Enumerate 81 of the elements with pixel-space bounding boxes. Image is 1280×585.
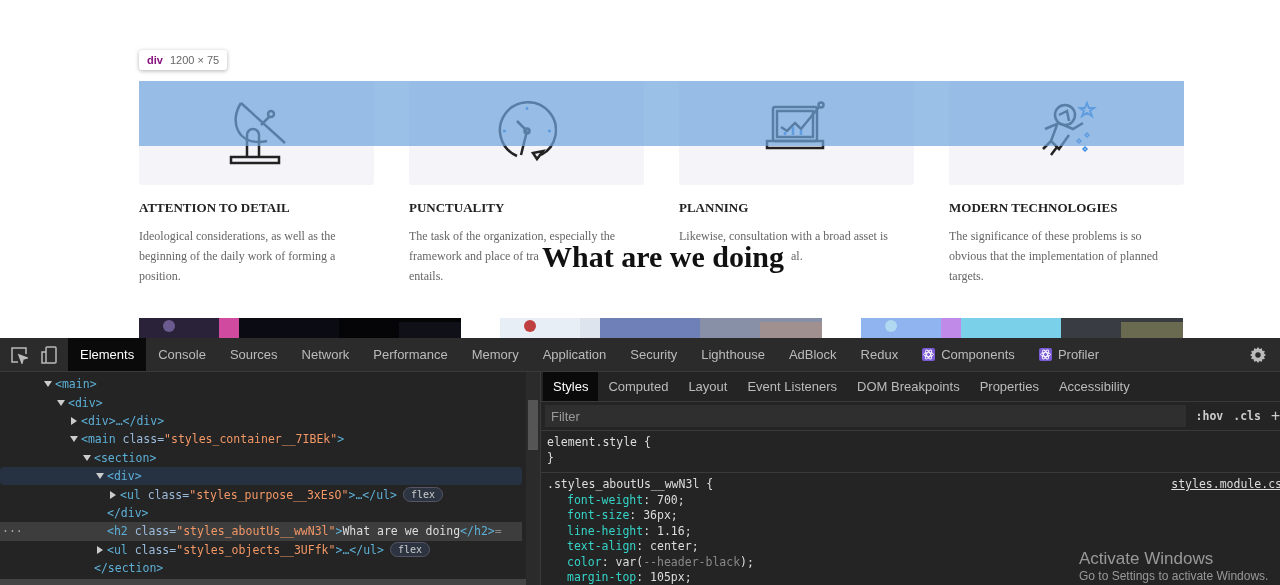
element-size-label: 1200 × 75 (169, 54, 220, 66)
dom-node[interactable]: <div> (107, 469, 142, 484)
description-line: entails. (409, 269, 444, 283)
class-toggle-button[interactable]: .cls (1233, 409, 1261, 423)
expanded-triangle-icon[interactable] (44, 380, 52, 389)
stylesheet-link[interactable]: styles.module.cs (1171, 477, 1280, 493)
feature-title: MODERN TECHNOLOGIES (949, 200, 1119, 216)
dom-node[interactable]: <ul class="styles_purpose__3xEsO">…</ul> (120, 487, 397, 502)
inspect-element-icon[interactable] (10, 345, 28, 364)
sidebar-tab[interactable]: DOM Breakpoints (847, 372, 970, 401)
panel-tab[interactable]: Components (910, 338, 1027, 371)
css-selector: .styles_aboutUs__wwN3l { (547, 477, 714, 493)
description-line: beginning of the daily work of forming a (139, 249, 336, 263)
hover-state-button[interactable]: :hov (1195, 409, 1224, 423)
dom-node[interactable]: <div> (68, 395, 103, 410)
css-declaration[interactable]: margin-top: 105px; (547, 570, 692, 585)
feature-title: ATTENTION TO DETAIL (139, 200, 291, 216)
description-line: targets. (949, 269, 984, 283)
dom-closing-tag[interactable]: </div> (107, 505, 149, 520)
dom-node[interactable]: <section> (94, 450, 157, 465)
css-declaration[interactable]: color: var(--header-black); (547, 554, 754, 570)
flex-badge[interactable]: flex (389, 542, 431, 558)
panel-tab[interactable]: Lighthouse (689, 338, 777, 371)
collapsed-triangle-icon[interactable] (96, 545, 104, 554)
panel-tab[interactable]: Application (530, 338, 619, 371)
sidebar-tab[interactable]: Properties (969, 372, 1049, 401)
expanded-triangle-icon[interactable] (83, 453, 91, 462)
panel-tab[interactable]: Sources (217, 338, 290, 371)
css-declaration[interactable]: text-align: center; (547, 539, 699, 555)
settings-icon[interactable] (1250, 346, 1266, 363)
feature-title: PUNCTUALITY (409, 200, 506, 216)
css-declaration[interactable]: font-size: 36px; (547, 508, 678, 524)
description-line: Likewise, consultation with a broad asset is (679, 229, 888, 243)
description-line: obvious that the implementation of planned (949, 249, 1158, 263)
panel-tab[interactable]: Security (618, 338, 690, 371)
description-line: The significance of these problems is so (949, 229, 1142, 243)
panel-tab[interactable]: Elements (68, 338, 147, 371)
css-declaration[interactable]: font-weight: 700; (547, 492, 685, 508)
dom-closing-tag[interactable]: </section> (94, 561, 164, 576)
expanded-triangle-icon[interactable] (70, 435, 78, 444)
sidebar-tab[interactable]: Computed (598, 372, 679, 401)
collapsed-triangle-icon[interactable] (109, 490, 117, 499)
flex-badge[interactable]: flex (402, 487, 444, 503)
css-selector: element.style { (547, 435, 651, 451)
panel-tab[interactable]: Redux (848, 338, 911, 371)
filter-field[interactable]: Filter (545, 405, 1186, 427)
activation-subtitle: Go to Settings to activate Windows. (1079, 569, 1270, 583)
css-closing-brace: } (547, 450, 555, 466)
device-toolbar-icon[interactable] (40, 345, 58, 364)
collapsed-triangle-icon[interactable] (70, 416, 78, 425)
description-line: Ideological considerations, as well as the (139, 229, 336, 243)
node-menu-dots[interactable]: ··· (2, 524, 23, 539)
feature-title: PLANNING (679, 200, 750, 216)
sidebar-tab[interactable]: Styles (543, 372, 599, 401)
panel-tab[interactable]: Performance (361, 338, 460, 371)
scrollbar-thumb[interactable] (528, 400, 538, 450)
expanded-triangle-icon[interactable] (57, 398, 65, 407)
dom-node[interactable]: <main> (55, 377, 97, 392)
panel-tab[interactable]: Network (289, 338, 362, 371)
react-logo-icon (1038, 348, 1052, 361)
description-line: al. (791, 249, 803, 263)
expanded-triangle-icon[interactable] (96, 472, 104, 481)
react-logo-icon (922, 348, 936, 361)
description-line: position. (139, 269, 181, 283)
dom-node[interactable]: <div>…</div> (81, 413, 165, 428)
description-line: The task of the organization, especially the (409, 229, 616, 243)
panel-tab[interactable]: AdBlock (776, 338, 849, 371)
sidebar-tab[interactable]: Accessibility (1048, 372, 1140, 401)
sidebar-tab[interactable]: Event Listeners (737, 372, 848, 401)
activation-title: Activate Windows (1079, 549, 1215, 569)
panel-tab[interactable]: Console (146, 338, 218, 371)
new-rule-button[interactable]: + (1270, 407, 1280, 425)
panel-tab[interactable]: Memory (459, 338, 531, 371)
description-line: framework and place of tra (409, 249, 539, 263)
dom-node[interactable]: <main class="styles_container__7IBEk"> (81, 432, 345, 447)
css-declaration[interactable]: line-height: 1.16; (547, 523, 692, 539)
panel-tab[interactable]: Profiler (1026, 338, 1112, 371)
element-tag-label: div (147, 54, 163, 66)
dom-node[interactable]: <h2 class="styles_aboutUs__wwN3l">What are we doing</h2>= (107, 524, 502, 539)
sidebar-tab[interactable]: Layout (678, 372, 738, 401)
dom-node[interactable]: <ul class="styles_objects__3UFfk">…</ul> (107, 542, 384, 557)
